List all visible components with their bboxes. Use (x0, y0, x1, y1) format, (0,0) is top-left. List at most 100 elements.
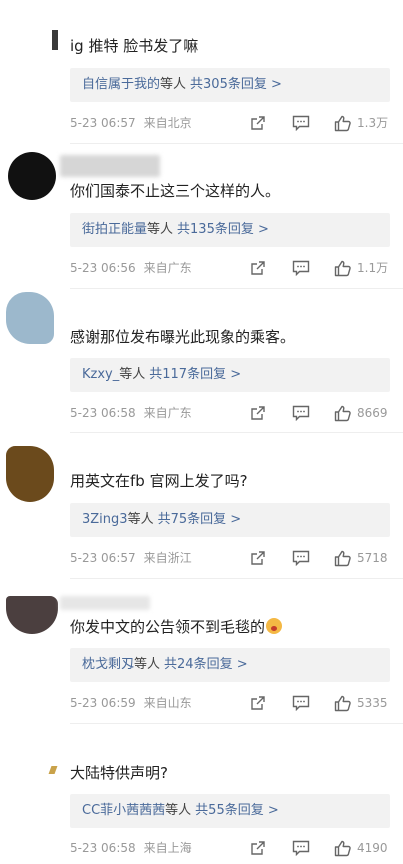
thumbs-up-icon (334, 695, 351, 711)
avatar[interactable] (8, 740, 56, 788)
avatar[interactable] (8, 152, 56, 200)
share-button[interactable] (250, 113, 266, 133)
avatar[interactable] (6, 292, 54, 344)
reply-button[interactable] (292, 838, 310, 858)
reply-button[interactable] (292, 113, 310, 133)
reply-count-link[interactable]: 共55条回复 > (195, 803, 279, 818)
comment-meta: 5-23 06:57 来自北京 1.3万 (70, 113, 393, 133)
reply-button[interactable] (292, 403, 310, 423)
reply-suffix: 等人 (160, 77, 187, 92)
divider (70, 578, 403, 579)
reply-suffix: 等人 (165, 803, 192, 818)
comment-icon (292, 550, 310, 566)
username-blurred (60, 596, 150, 610)
comment-time: 5-23 06:58 (70, 406, 136, 420)
reply-suffix: 等人 (119, 367, 146, 382)
like-button[interactable]: 5718 (334, 548, 388, 568)
like-count: 4190 (357, 841, 388, 855)
like-count: 5335 (357, 696, 388, 710)
share-button[interactable] (250, 838, 266, 858)
reply-button[interactable] (292, 548, 310, 568)
comment-location: 来自北京 (143, 116, 192, 130)
comment-time: 5-23 06:58 (70, 841, 136, 855)
comment-meta: 5-23 06:56 来自广东 1.1万 (70, 258, 393, 278)
reply-count-link[interactable]: 共75条回复 > (158, 512, 242, 527)
share-button[interactable] (250, 403, 266, 423)
comment-location: 来自上海 (143, 841, 192, 855)
thumbs-up-icon (334, 260, 351, 276)
comment-text: 感谢那位发布曝光此现象的乘客。 (70, 328, 296, 346)
thumbs-up-icon (334, 840, 351, 856)
avatar[interactable] (6, 446, 54, 502)
share-icon (251, 406, 265, 420)
reply-suffix: 等人 (127, 512, 154, 527)
like-button[interactable]: 1.3万 (334, 113, 388, 133)
reply-user-link[interactable]: 街拍正能量 (82, 222, 147, 237)
reply-summary[interactable]: CC菲小茜茜茜等人 共55条回复 > (70, 794, 390, 828)
reply-summary[interactable]: Kzxy_等人 共117条回复 > (70, 358, 390, 392)
thumbs-up-icon (334, 115, 351, 131)
like-count: 5718 (357, 551, 388, 565)
avatar[interactable] (8, 18, 56, 66)
divider (70, 288, 403, 289)
like-button[interactable]: 8669 (334, 403, 388, 423)
like-count: 1.3万 (357, 116, 389, 130)
thumbs-up-icon (334, 550, 351, 566)
reply-count-link[interactable]: 共135条回复 > (177, 222, 269, 237)
reply-summary[interactable]: 自信属于我的等人 共305条回复 > (70, 68, 390, 102)
reply-user-link[interactable]: 3Zing3 (82, 512, 128, 527)
avatar[interactable] (6, 596, 58, 634)
reply-user-link[interactable]: 枕戈剩刄 (82, 657, 134, 672)
reply-user-link[interactable]: 自信属于我的 (82, 77, 160, 92)
comment-icon (292, 840, 310, 856)
comment-icon (292, 405, 310, 421)
comment-location: 来自广东 (143, 406, 192, 420)
reply-summary[interactable]: 枕戈剩刄等人 共24条回复 > (70, 648, 390, 682)
reply-summary[interactable]: 3Zing3等人 共75条回复 > (70, 503, 390, 537)
comment-meta: 5-23 06:57 来自浙江 5718 (70, 548, 393, 568)
share-icon (251, 261, 265, 275)
username-blurred (60, 155, 160, 177)
comment-text-content: 你发中文的公告领不到毛毯的 (70, 618, 266, 636)
comment-text: 你发中文的公告领不到毛毯的 (70, 617, 393, 637)
share-button[interactable] (250, 693, 266, 713)
comment-text: 用英文在fb 官网上发了吗? (70, 472, 248, 490)
comment-location: 来自山东 (143, 696, 192, 710)
comment-icon (292, 115, 310, 131)
like-button[interactable]: 1.1万 (334, 258, 388, 278)
comment-time: 5-23 06:57 (70, 551, 136, 565)
comment-text: 大陆特供声明? (70, 764, 168, 782)
share-icon (251, 116, 265, 130)
comment-meta: 5-23 06:59 来自山东 5335 (70, 693, 393, 713)
reply-button[interactable] (292, 693, 310, 713)
divider (70, 723, 403, 724)
comment-location: 来自广东 (143, 261, 192, 275)
like-count: 1.1万 (357, 261, 389, 275)
share-icon (251, 696, 265, 710)
share-button[interactable] (250, 258, 266, 278)
avatar-fragment (48, 766, 58, 774)
comment-text: 你们国泰不止这三个这样的人。 (70, 182, 281, 200)
like-button[interactable]: 5335 (334, 693, 388, 713)
comment-time: 5-23 06:56 (70, 261, 136, 275)
reply-user-link[interactable]: CC菲小茜茜茜 (82, 803, 165, 818)
divider (70, 432, 403, 433)
comment-icon (292, 260, 310, 276)
comment-meta: 5-23 06:58 来自上海 4190 (70, 838, 393, 858)
comment-location: 来自浙江 (143, 551, 192, 565)
reply-count-link[interactable]: 共24条回复 > (164, 657, 248, 672)
surprised-emoji-icon (266, 618, 283, 634)
reply-summary[interactable]: 街拍正能量等人 共135条回复 > (70, 213, 390, 247)
reply-user-link[interactable]: Kzxy_ (82, 367, 119, 382)
comment-time: 5-23 06:59 (70, 696, 136, 710)
like-button[interactable]: 4190 (334, 838, 388, 858)
thumbs-up-icon (334, 405, 351, 421)
share-icon (251, 841, 265, 855)
share-button[interactable] (250, 548, 266, 568)
share-icon (251, 551, 265, 565)
reply-button[interactable] (292, 258, 310, 278)
reply-count-link[interactable]: 共117条回复 > (149, 367, 241, 382)
reply-count-link[interactable]: 共305条回复 > (190, 77, 282, 92)
comment-time: 5-23 06:57 (70, 116, 136, 130)
reply-suffix: 等人 (147, 222, 174, 237)
